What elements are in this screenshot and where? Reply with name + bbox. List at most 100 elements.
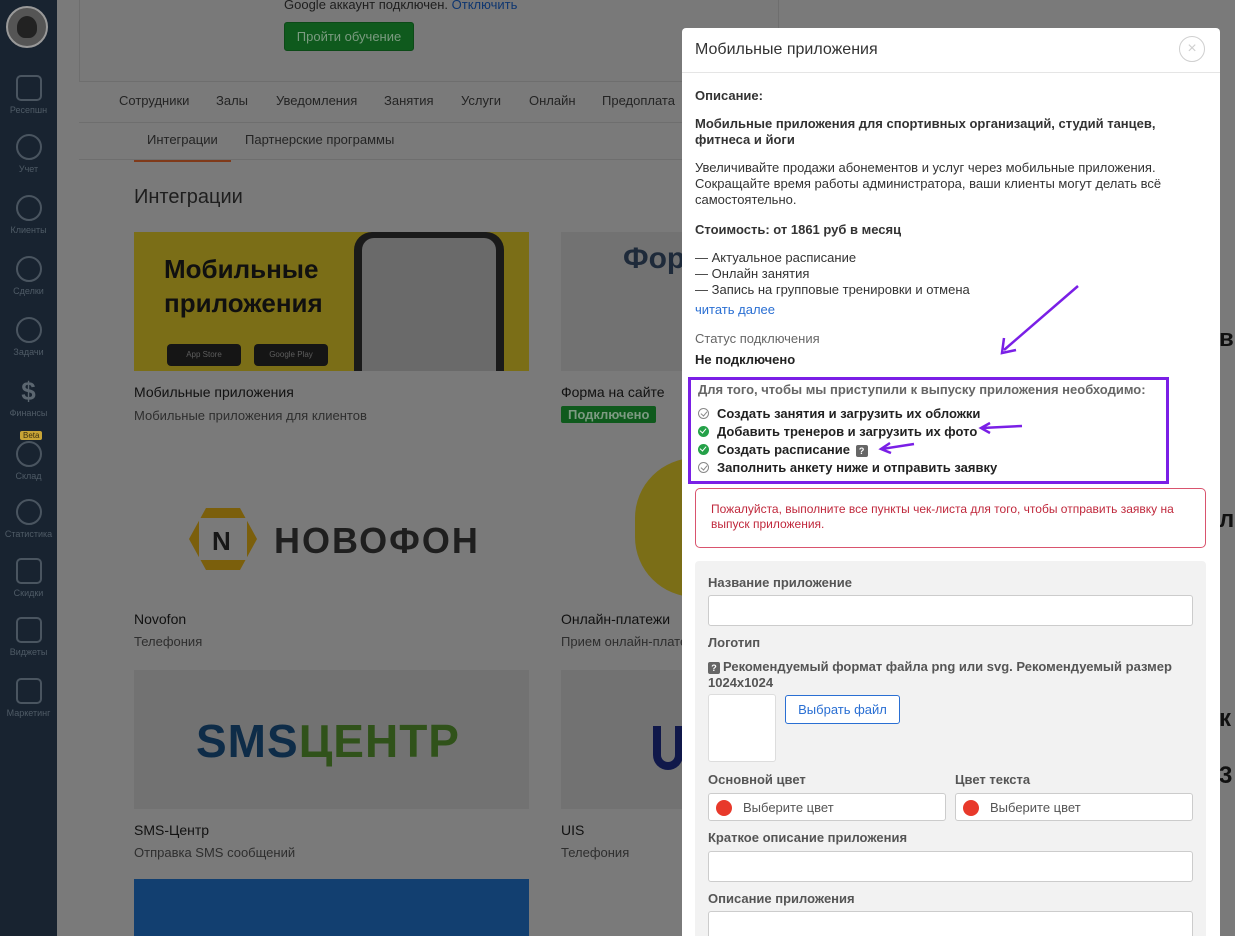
warehouse-icon <box>15 441 42 467</box>
sidebar-item-label: Клиенты <box>10 225 47 235</box>
zoom-banner[interactable] <box>134 879 529 936</box>
sidebar-item-marketing[interactable]: Маркетинг <box>0 678 57 718</box>
checklist-item: Добавить тренеров и загрузить их фото <box>698 424 977 439</box>
stats-icon <box>15 499 42 525</box>
main-color-picker[interactable]: Выберите цвет <box>708 793 946 821</box>
site-form-banner[interactable]: Фор <box>561 232 691 371</box>
checklist-item: Создать занятия и загрузить их обложки <box>698 406 980 421</box>
app-store-badge: App Store <box>167 344 241 366</box>
card-title[interactable]: Онлайн-платежи <box>561 611 670 627</box>
card-title[interactable]: Форма на сайте <box>561 384 665 400</box>
tab-halls[interactable]: Залы <box>216 93 248 108</box>
logo-preview <box>708 694 776 762</box>
sidebar-item-reception[interactable]: Ресепшн <box>0 75 57 115</box>
start-training-button[interactable]: Пройти обучение <box>284 22 414 51</box>
novofon-banner[interactable]: N НОВОФОН <box>134 458 529 597</box>
sidebar-item-accounting[interactable]: Учет <box>0 134 57 174</box>
checklist-alert: Пожалуйста, выполните все пункты чек-лис… <box>695 488 1206 548</box>
sms-center-logo: SMSЦЕНТР <box>196 714 460 768</box>
check-circle-done-icon <box>698 426 709 437</box>
tab-classes[interactable]: Занятия <box>384 93 434 108</box>
background-glyph: л <box>1219 506 1235 533</box>
feature-item: — Онлайн занятия <box>695 266 810 281</box>
text-color-picker[interactable]: Выберите цвет <box>955 793 1193 821</box>
sidebar-item-label: Финансы <box>9 408 48 418</box>
tab-employees[interactable]: Сотрудники <box>119 93 189 108</box>
sidebar-item-finance[interactable]: $ Финансы <box>0 378 57 418</box>
price-text: Стоимость: от 1861 руб в месяц <box>695 222 902 237</box>
sms-center-banner[interactable]: SMSЦЕНТР <box>134 670 529 809</box>
subtab-integrations[interactable]: Интеграции <box>134 132 231 162</box>
card-subtitle: Прием онлайн-плате <box>561 634 688 649</box>
color-swatch <box>716 800 732 816</box>
main-color-label: Основной цвет <box>708 772 806 787</box>
sidebar-item-deals[interactable]: Сделки <box>0 256 57 296</box>
novofon-logo-letter: N <box>212 526 231 556</box>
banner-line: приложения <box>164 288 323 318</box>
status-label: Статус подключения <box>695 331 820 346</box>
sidebar-item-tasks[interactable]: Задачи <box>0 317 57 357</box>
beta-badge: Beta <box>20 431 43 440</box>
card-title[interactable]: Мобильные приложения <box>134 384 294 400</box>
google-status-text: Google аккаунт подключен. <box>284 0 448 12</box>
read-more-link[interactable]: читать далее <box>695 302 775 317</box>
sidebar-item-clients[interactable]: Клиенты <box>0 195 57 235</box>
status-value: Не подключено <box>695 352 796 367</box>
choose-file-button[interactable]: Выбрать файл <box>785 695 900 724</box>
checklist-heading: Для того, чтобы мы приступили к выпуску … <box>698 382 1146 397</box>
help-icon[interactable]: ? <box>708 662 720 674</box>
tab-prepayment[interactable]: Предоплата <box>602 93 675 108</box>
sidebar-item-label: Скидки <box>13 588 44 598</box>
online-payments-banner[interactable] <box>561 458 695 597</box>
logo-hint-text: Рекомендуемый формат файла png или svg. … <box>708 659 1172 690</box>
uis-banner[interactable] <box>561 670 691 809</box>
feature-item: — Актуальное расписание <box>695 250 857 265</box>
sidebar-item-statistics[interactable]: Статистика <box>0 499 57 539</box>
subtab-partner-programs[interactable]: Партнерские программы <box>245 132 394 147</box>
logo-hint: ? Рекомендуемый формат файла png или svg.… <box>708 659 1178 691</box>
short-description-input[interactable] <box>708 851 1193 882</box>
logo-label: Логотип <box>708 635 761 650</box>
checklist-item-label: Создать занятия и загрузить их обложки <box>717 406 981 421</box>
text-color-label: Цвет текста <box>955 772 1031 787</box>
mobile-apps-banner[interactable]: Мобильные приложения App Store Google Pl… <box>134 232 529 371</box>
description-textarea[interactable] <box>708 911 1193 936</box>
color-placeholder: Выберите цвет <box>990 800 1081 815</box>
tasks-icon <box>15 317 42 343</box>
background-glyph: к <box>1219 705 1232 732</box>
google-status: Google аккаунт подключен. Отключить <box>284 0 517 12</box>
uis-logo-icon <box>653 726 683 770</box>
feature-item: — Запись на групповые тренировки и отмен… <box>695 282 970 297</box>
tab-notifications[interactable]: Уведомления <box>276 93 357 108</box>
background-edge <box>1220 0 1235 936</box>
sidebar-item-label: Виджеты <box>9 647 48 657</box>
sidebar-item-warehouse[interactable]: Beta Склад <box>0 431 57 481</box>
background-glyph: в <box>1219 325 1234 352</box>
sidebar-item-discounts[interactable]: Скидки <box>0 558 57 598</box>
sidebar-item-label: Ресепшн <box>9 105 48 115</box>
google-disconnect-link[interactable]: Отключить <box>452 0 518 12</box>
checklist-item-label: Заполнить анкету ниже и отправить заявку <box>717 460 998 475</box>
description-text: Увеличивайте продажи абонементов и услуг… <box>695 160 1162 207</box>
tab-services[interactable]: Услуги <box>461 93 501 108</box>
card-subtitle: Мобильные приложения для клиентов <box>134 408 367 423</box>
alert-text: Пожалуйста, выполните все пункты чек-лис… <box>711 502 1174 531</box>
help-icon[interactable]: ? <box>855 445 868 457</box>
connected-badge: Подключено <box>561 406 657 423</box>
brand-logo[interactable] <box>6 6 48 48</box>
card-title[interactable]: SMS-Центр <box>134 822 209 838</box>
close-icon[interactable]: × <box>1179 36 1205 62</box>
card-title[interactable]: UIS <box>561 822 584 838</box>
card-subtitle: Телефония <box>561 845 630 860</box>
sidebar-item-widgets[interactable]: Виджеты <box>0 617 57 657</box>
color-swatch <box>963 800 979 816</box>
marketing-icon <box>15 678 42 704</box>
handshake-icon <box>15 256 42 282</box>
description-label: Описание: <box>695 88 763 103</box>
card-title[interactable]: Novofon <box>134 611 186 627</box>
application-form: Название приложение Логотип ? Рекомендуем… <box>695 561 1206 936</box>
banner-heading: Мобильные приложения <box>164 252 323 320</box>
home-icon <box>15 75 42 101</box>
app-name-input[interactable] <box>708 595 1193 626</box>
tab-online[interactable]: Онлайн <box>529 93 576 108</box>
